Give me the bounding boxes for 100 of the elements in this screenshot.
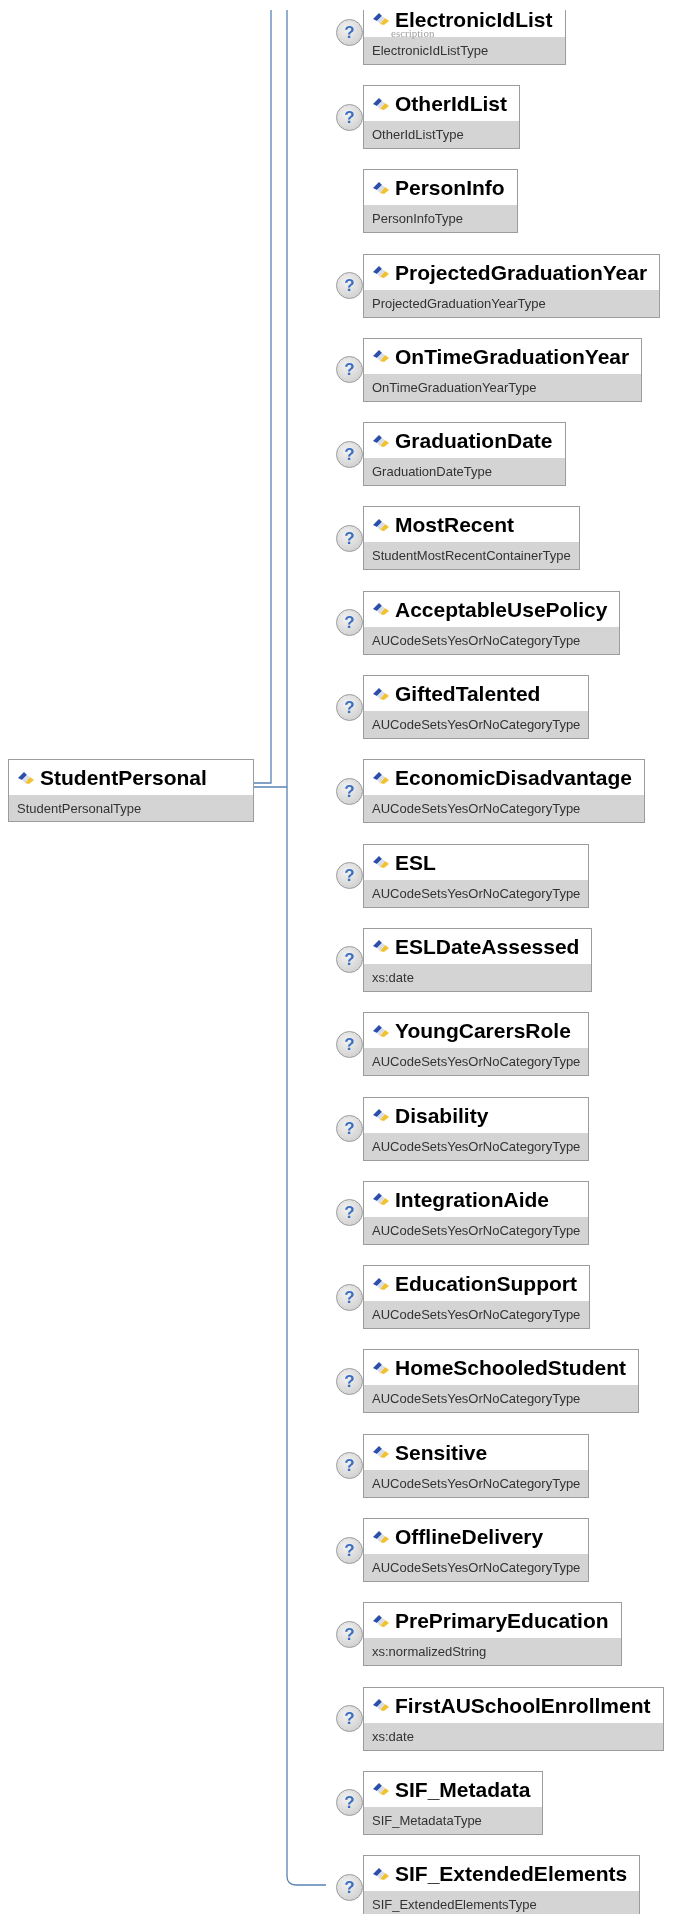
help-icon[interactable]: ? <box>336 1873 363 1901</box>
help-icon[interactable]: ? <box>336 103 363 131</box>
element-name: ESL <box>395 851 436 873</box>
element-node[interactable]: ESL AUCodeSetsYesOrNoCategoryType <box>363 843 590 908</box>
element-node[interactable]: PrePrimaryEducation xs:normalizedString <box>363 1602 622 1667</box>
element-node[interactable]: ProjectedGraduationYear ProjectedGraduationYearType <box>363 253 661 318</box>
element-icon <box>372 1698 390 1713</box>
element-icon <box>17 770 35 785</box>
element-name: HomeSchooledStudent <box>395 1357 626 1379</box>
help-icon[interactable]: ? <box>336 1115 363 1143</box>
element-icon <box>372 1529 390 1544</box>
help-icon[interactable]: ? <box>336 1536 363 1564</box>
element-node[interactable]: SIF_ExtendedElements SIF_ExtendedElementsType <box>363 1855 641 1914</box>
help-icon[interactable]: ? <box>336 1367 363 1395</box>
help-icon[interactable]: ? <box>336 272 363 300</box>
element-type: PersonInfoType <box>364 205 517 233</box>
element-node[interactable]: OnTimeGraduationYear OnTimeGraduationYearType <box>363 337 643 402</box>
element-type: AUCodeSetsYesOrNoCategoryType <box>364 879 589 907</box>
help-icon[interactable]: ? <box>336 356 363 384</box>
element-type: SIF_MetadataType <box>364 1806 543 1834</box>
element-icon <box>372 12 390 27</box>
element-node[interactable]: OfflineDelivery AUCodeSetsYesOrNoCategoryType <box>363 1518 590 1583</box>
element-name: SIF_Metadata <box>395 1778 531 1800</box>
help-icon[interactable]: ? <box>336 693 363 721</box>
element-name: ESLDateAssessed <box>395 935 580 957</box>
element-name: YoungCarersRole <box>395 1020 571 1042</box>
element-name: MostRecent <box>395 514 515 536</box>
element-node[interactable]: AcceptableUsePolicy AUCodeSetsYesOrNoCategoryType <box>363 590 621 655</box>
element-name: StudentPersonal <box>40 767 207 788</box>
element-type: AUCodeSetsYesOrNoCategoryType <box>364 1469 589 1497</box>
element-icon <box>372 1108 390 1123</box>
help-icon[interactable]: ? <box>336 1199 363 1227</box>
element-type: AUCodeSetsYesOrNoCategoryType <box>364 1132 589 1160</box>
element-name: GraduationDate <box>395 430 553 452</box>
help-icon[interactable]: ? <box>336 862 363 890</box>
element-icon <box>372 770 390 785</box>
help-icon[interactable]: ? <box>336 1283 363 1311</box>
element-type: OtherIdListType <box>364 121 519 148</box>
help-icon[interactable]: ? <box>336 1030 363 1058</box>
element-node[interactable]: IntegrationAide AUCodeSetsYesOrNoCategoryType <box>363 1180 590 1245</box>
element-icon <box>372 855 390 870</box>
element-icon <box>372 1866 390 1881</box>
element-node[interactable]: GraduationDate GraduationDateType <box>363 422 566 487</box>
help-icon[interactable]: ? <box>336 19 363 47</box>
element-name: OfflineDelivery <box>395 1526 544 1548</box>
element-name: ProjectedGraduationYear <box>395 261 648 283</box>
element-icon <box>372 265 390 280</box>
element-type: AUCodeSetsYesOrNoCategoryType <box>364 626 620 654</box>
element-node[interactable]: GiftedTalented AUCodeSetsYesOrNoCategoryType <box>363 675 590 740</box>
element-name: FirstAUSchoolEnrollment <box>395 1694 651 1716</box>
element-node[interactable]: OtherIdList OtherIdListType <box>363 85 520 149</box>
element-type: AUCodeSetsYesOrNoCategoryType <box>364 1216 589 1244</box>
element-name: SIF_ExtendedElements <box>395 1863 628 1885</box>
element-node[interactable]: StudentPersonal StudentPersonalType <box>8 759 254 822</box>
element-node[interactable]: Disability AUCodeSetsYesOrNoCategoryType <box>363 1096 590 1161</box>
element-type: AUCodeSetsYesOrNoCategoryType <box>364 1301 589 1329</box>
element-node[interactable]: EducationSupport AUCodeSetsYesOrNoCategoryType <box>363 1265 590 1330</box>
help-icon[interactable]: ? <box>336 440 363 468</box>
help-icon[interactable]: ? <box>336 609 363 637</box>
element-icon <box>372 433 390 448</box>
element-type: StudentPersonalType <box>9 795 253 821</box>
element-type: GraduationDateType <box>364 458 565 486</box>
element-node[interactable]: SIF_Metadata SIF_MetadataType <box>363 1770 544 1835</box>
element-node[interactable]: MostRecent StudentMostRecentContainerType <box>363 506 580 571</box>
element-name: Disability <box>395 1104 489 1126</box>
help-icon[interactable]: ? <box>336 525 363 552</box>
help-icon[interactable]: ? <box>336 1705 363 1733</box>
help-icon[interactable]: ? <box>336 946 363 974</box>
element-type: AUCodeSetsYesOrNoCategoryType <box>364 711 589 739</box>
element-name: AcceptableUsePolicy <box>395 598 608 620</box>
element-icon <box>372 602 390 617</box>
element-type: xs:date <box>364 963 592 991</box>
element-name: EducationSupport <box>395 1273 577 1295</box>
element-node[interactable]: YoungCarersRole AUCodeSetsYesOrNoCategoryType <box>363 1012 590 1077</box>
element-type: xs:normalizedString <box>364 1638 621 1666</box>
help-icon[interactable]: ? <box>336 1452 363 1480</box>
element-type: OnTimeGraduationYearType <box>364 373 642 401</box>
element-node[interactable]: HomeSchooledStudent AUCodeSetsYesOrNoCategoryType <box>363 1349 639 1414</box>
help-icon[interactable]: ? <box>336 777 363 805</box>
element-type: AUCodeSetsYesOrNoCategoryType <box>364 795 644 823</box>
element-icon <box>372 939 390 954</box>
element-node[interactable]: EconomicDisadvantage AUCodeSetsYesOrNoCategoryType <box>363 759 645 824</box>
element-type: AUCodeSetsYesOrNoCategoryType <box>364 1385 638 1413</box>
element-icon <box>372 1023 390 1038</box>
element-icon <box>372 180 390 195</box>
help-icon[interactable]: ? <box>336 1789 363 1817</box>
element-node[interactable]: ESLDateAssessed xs:date <box>363 927 593 992</box>
element-type: SIF_ExtendedElementsType <box>364 1891 640 1914</box>
element-type: ElectronicIdListType <box>364 36 565 64</box>
element-node[interactable]: Sensitive AUCodeSetsYesOrNoCategoryType <box>363 1433 590 1498</box>
element-type: AUCodeSetsYesOrNoCategoryType <box>364 1048 589 1076</box>
element-node[interactable]: PersonInfo PersonInfoType <box>363 169 518 234</box>
element-type: AUCodeSetsYesOrNoCategoryType <box>364 1554 589 1582</box>
element-node[interactable]: FirstAUSchoolEnrollment xs:date <box>363 1686 664 1751</box>
element-icon <box>372 1782 390 1797</box>
element-node[interactable]: ElectronicIdList escription ElectronicIdListType <box>363 10 566 65</box>
element-name: IntegrationAide <box>395 1188 549 1210</box>
help-icon[interactable]: ? <box>336 1620 363 1648</box>
element-name: ElectronicIdList <box>395 10 553 30</box>
element-icon <box>372 518 390 532</box>
